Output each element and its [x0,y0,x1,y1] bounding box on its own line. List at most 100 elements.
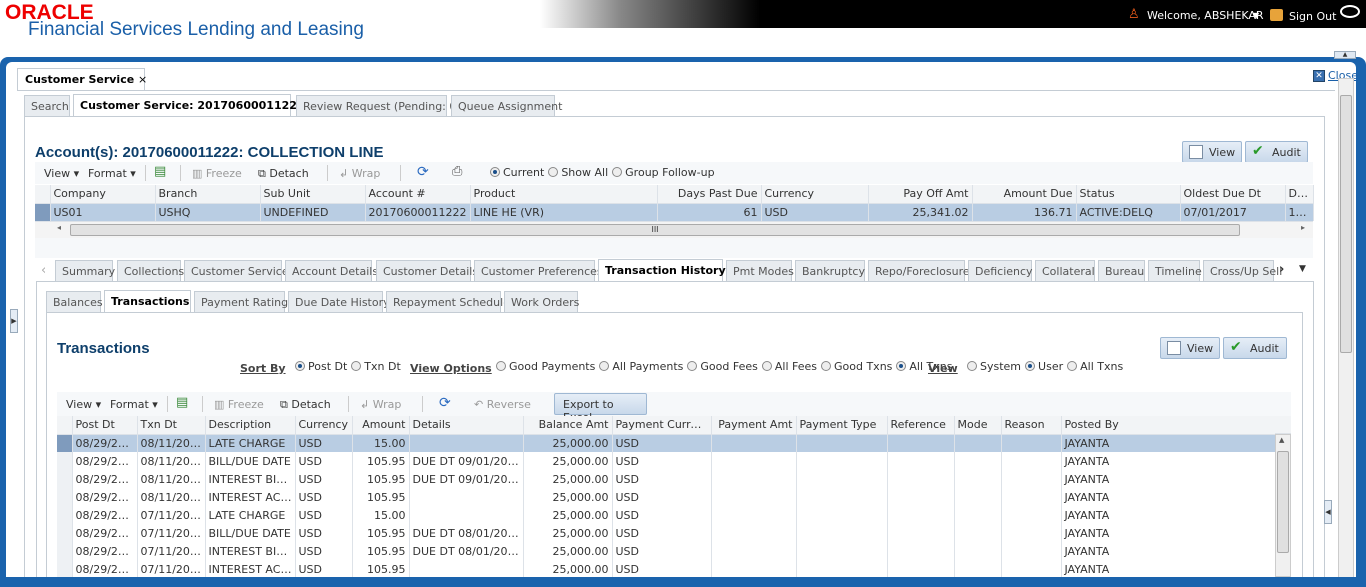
row-selector[interactable] [57,452,73,470]
column-header-pay-off-amt[interactable]: Pay Off Amt [868,185,973,204]
tab-customer-details[interactable]: Customer Details [376,260,478,282]
wrap-button[interactable]: ↲ Wrap [360,398,401,411]
column-header-sub-unit[interactable]: Sub Unit [260,185,366,204]
page-tab-customer-service[interactable]: Customer Service × [17,68,147,91]
radio-button[interactable] [761,361,772,371]
column-header-dlq-i[interactable]: DLQ I [1285,185,1314,204]
column-header-product[interactable]: Product [470,185,658,204]
row-selector[interactable] [57,488,73,506]
table-row[interactable]: 08/29/2017 07/11/2017 BILL/DUE DATE USD 105.… [57,524,1276,542]
column-header-mode[interactable]: Mode [954,416,1002,435]
radio-button[interactable] [1067,361,1078,371]
radio-button[interactable] [295,361,305,371]
column-header-description[interactable]: Description [205,416,296,435]
filter-icon[interactable]: ▤ [176,395,188,410]
format-menu[interactable]: Format ▾ [110,398,158,411]
radio-button[interactable] [967,361,977,371]
freeze-button[interactable]: ▥ Freeze [214,398,264,411]
scrollbar-thumb[interactable] [1277,451,1289,553]
column-header-payment-type[interactable]: Payment Type [796,416,888,435]
tab-pmt-modes[interactable]: Pmt Modes [726,260,794,282]
radio-button[interactable] [612,167,623,177]
column-header-status[interactable]: Status [1076,185,1181,204]
radio-txn-dt[interactable]: Txn Dt [351,360,401,373]
reverse-button[interactable]: ↶ Reverse [474,398,531,411]
left-panel-expand-handle[interactable]: ▶ [10,309,18,333]
tab-collections[interactable]: Collections [117,260,184,282]
account-view-button[interactable]: View [1182,141,1242,163]
row-selector[interactable] [57,560,73,578]
view-menu[interactable]: View ▾ [66,398,101,411]
tab-review-request-pending-0[interactable]: Review Request (Pending: 0) [296,95,461,117]
radio-button[interactable] [1025,361,1036,371]
row-selector[interactable] [57,524,73,542]
tab-repo-foreclosure[interactable]: Repo/Foreclosure [868,260,970,282]
radio-all-fees[interactable]: All Fees [761,360,817,373]
column-header-currency[interactable]: Currency [761,185,869,204]
page-scrollbar[interactable] [1338,78,1354,578]
radio-user[interactable]: User [1025,360,1063,373]
column-header-reason[interactable]: Reason [1001,416,1062,435]
tab-queue-assignment[interactable]: Queue Assignment [451,95,562,117]
table-row[interactable]: 08/29/2017 07/11/2017 INTEREST ACC... USD 10… [57,560,1276,578]
radio-group-follow-up[interactable]: Group Follow-up [612,166,715,179]
column-header-branch[interactable]: Branch [155,185,261,204]
export-to-excel-button[interactable]: Export to Excel [554,393,647,424]
subtab-due-date-history[interactable]: Due Date History [288,291,390,313]
radio-button[interactable] [599,361,610,371]
column-header-company[interactable]: Company [50,185,156,204]
column-header-account[interactable]: Account # [365,185,471,204]
table-row[interactable]: 08/29/2017 07/11/2017 INTEREST BILLED USD 10… [57,542,1276,560]
radio-system[interactable]: System [967,360,1021,373]
filter-icon[interactable]: ▤ [154,164,166,179]
column-header-post-dt[interactable]: Post Dt [72,416,138,435]
subtab-work-orders[interactable]: Work Orders [504,291,579,313]
subtab-balances[interactable]: Balances [46,291,103,313]
table-row[interactable]: 08/29/2017 08/11/2017 BILL/DUE DATE USD 105.… [57,452,1276,470]
collapse-header-button[interactable]: ▲ [1334,51,1356,59]
scrollbar-thumb[interactable]: III [70,224,1240,236]
radio-button[interactable] [896,361,907,371]
tab-bureau[interactable]: Bureau [1098,260,1145,282]
column-header-amount-due[interactable]: Amount Due [972,185,1077,204]
radio-show-all[interactable]: Show All [548,166,608,179]
column-header-txn-dt[interactable]: Txn Dt [137,416,206,435]
radio-button[interactable] [351,361,362,371]
radio-good-payments[interactable]: Good Payments [496,360,595,373]
close-tab-icon[interactable]: × [138,73,147,86]
right-panel-expand-handle[interactable]: ◀ [1324,500,1332,524]
column-header-reference[interactable]: Reference [887,416,955,435]
column-header-balance-amt[interactable]: Balance Amt [523,416,613,435]
chevron-down-icon[interactable]: ▼ [1253,11,1259,20]
close-icon[interactable]: ✕ [1313,70,1325,82]
account-audit-button[interactable]: ✔ Audit [1245,141,1308,163]
radio-post-dt[interactable]: Post Dt [295,360,347,373]
subtab-transactions[interactable]: Transactions [104,290,191,313]
tab-account-details[interactable]: Account Details [285,260,378,282]
tab-search[interactable]: Search [24,95,70,117]
grid-vertical-scrollbar[interactable]: ▲ [1275,434,1291,577]
freeze-button[interactable]: ▥ Freeze [192,167,242,180]
row-selector[interactable] [57,434,73,452]
detach-button[interactable]: ⧉ Detach [280,398,331,412]
transactions-audit-button[interactable]: ✔ Audit [1223,337,1287,359]
radio-button[interactable] [496,361,506,371]
row-selector[interactable] [35,203,51,221]
tab-deficiency[interactable]: Deficiency [968,260,1033,282]
refresh-icon[interactable]: ⟳ [417,164,429,180]
tab-customer-service[interactable]: Customer Service [184,260,289,282]
radio-good-txns[interactable]: Good Txns [821,360,892,373]
column-header-payment-amt[interactable]: Payment Amt [711,416,797,435]
radio-button[interactable] [821,361,831,371]
tab-timeline[interactable]: Timeline [1148,260,1202,282]
table-row[interactable]: 08/29/2017 08/11/2017 INTEREST ACC... USD 10… [57,488,1276,506]
radio-all-txns[interactable]: All Txns [1067,360,1123,373]
horizontal-scrollbar[interactable]: ◂ III ▸ [35,221,1313,238]
welcome-menu[interactable]: Welcome, ABSHEKAR [1147,9,1264,22]
subtab-payment-rating[interactable]: Payment Rating [194,291,288,313]
row-selector[interactable] [57,542,73,560]
tabs-scroll-left-icon[interactable]: ‹ [41,263,46,278]
radio-button[interactable] [687,361,698,371]
format-menu[interactable]: Format ▾ [88,167,136,180]
column-header-details[interactable]: Details [409,416,524,435]
